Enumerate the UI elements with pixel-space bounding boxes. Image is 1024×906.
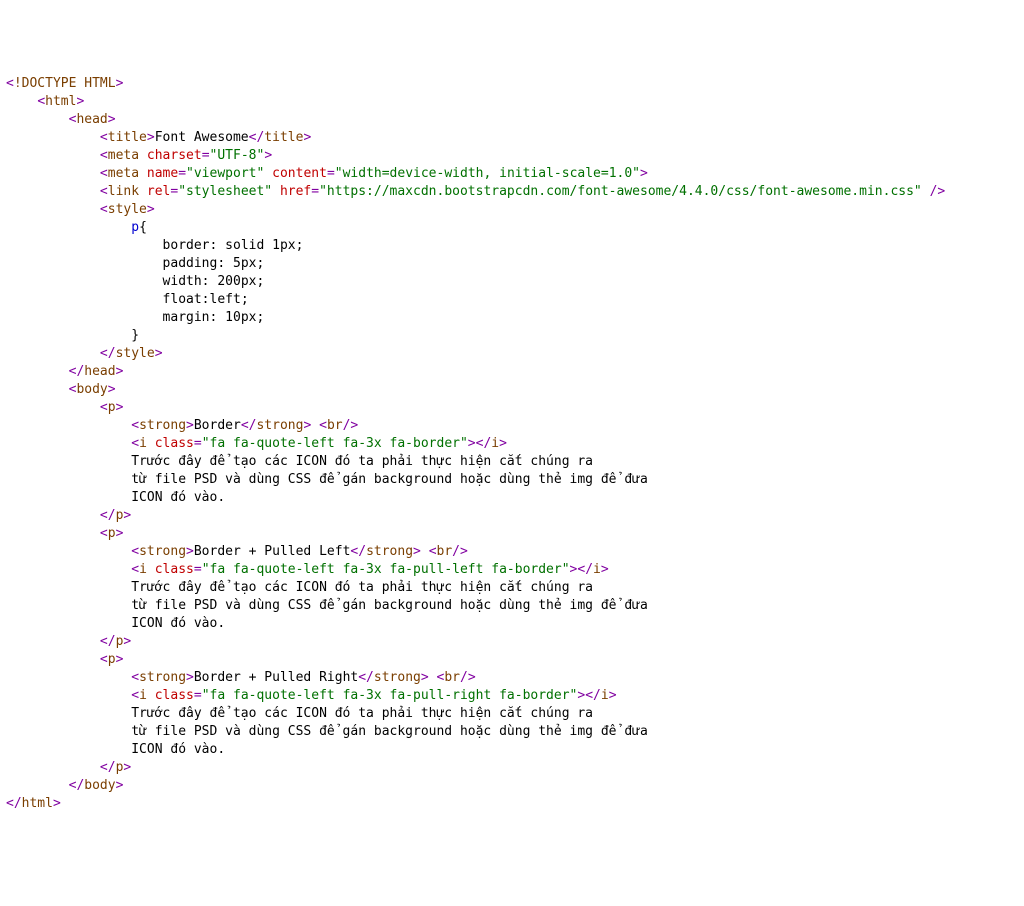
code-block: <!DOCTYPE HTML> <html> <head> <title>Fon… xyxy=(6,75,1018,813)
example-1-title: Border xyxy=(194,418,241,433)
example-2-title: Border + Pulled Left xyxy=(194,544,351,559)
example-3-title: Border + Pulled Right xyxy=(194,670,358,685)
title-text: Font Awesome xyxy=(155,130,249,145)
